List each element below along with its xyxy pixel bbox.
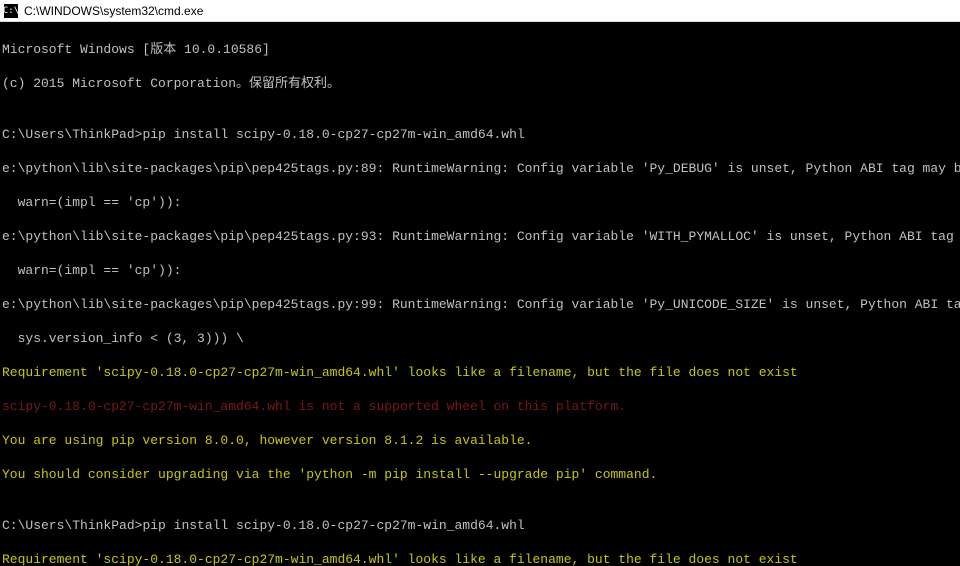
pip-notice-line: You are using pip version 8.0.0, however… (2, 432, 958, 449)
output-line: (c) 2015 Microsoft Corporation。保留所有权利。 (2, 75, 958, 92)
warning-line: warn=(impl == 'cp')): (2, 262, 958, 279)
warning-line: e:\python\lib\site-packages\pip\pep425ta… (2, 228, 958, 245)
pip-notice-line: You should consider upgrading via the 'p… (2, 466, 958, 483)
warning-line: warn=(impl == 'cp')): (2, 194, 958, 211)
warning-line: e:\python\lib\site-packages\pip\pep425ta… (2, 160, 958, 177)
terminal-output[interactable]: Microsoft Windows [版本 10.0.10586] (c) 20… (0, 22, 960, 566)
prompt-line: C:\Users\ThinkPad>pip install scipy-0.18… (2, 517, 958, 534)
warning-line: sys.version_info < (3, 3))) \ (2, 330, 958, 347)
warning-line: e:\python\lib\site-packages\pip\pep425ta… (2, 296, 958, 313)
requirement-line: Requirement 'scipy-0.18.0-cp27-cp27m-win… (2, 551, 958, 566)
window-title: C:\WINDOWS\system32\cmd.exe (24, 4, 203, 18)
prompt-line: C:\Users\ThinkPad>pip install scipy-0.18… (2, 126, 958, 143)
cmd-icon: C:\ (4, 4, 18, 18)
requirement-line: Requirement 'scipy-0.18.0-cp27-cp27m-win… (2, 364, 958, 381)
output-line: Microsoft Windows [版本 10.0.10586] (2, 41, 958, 58)
cmd-window: C:\ C:\WINDOWS\system32\cmd.exe Microsof… (0, 0, 960, 566)
titlebar[interactable]: C:\ C:\WINDOWS\system32\cmd.exe (0, 0, 960, 22)
error-line: scipy-0.18.0-cp27-cp27m-win_amd64.whl is… (2, 398, 958, 415)
